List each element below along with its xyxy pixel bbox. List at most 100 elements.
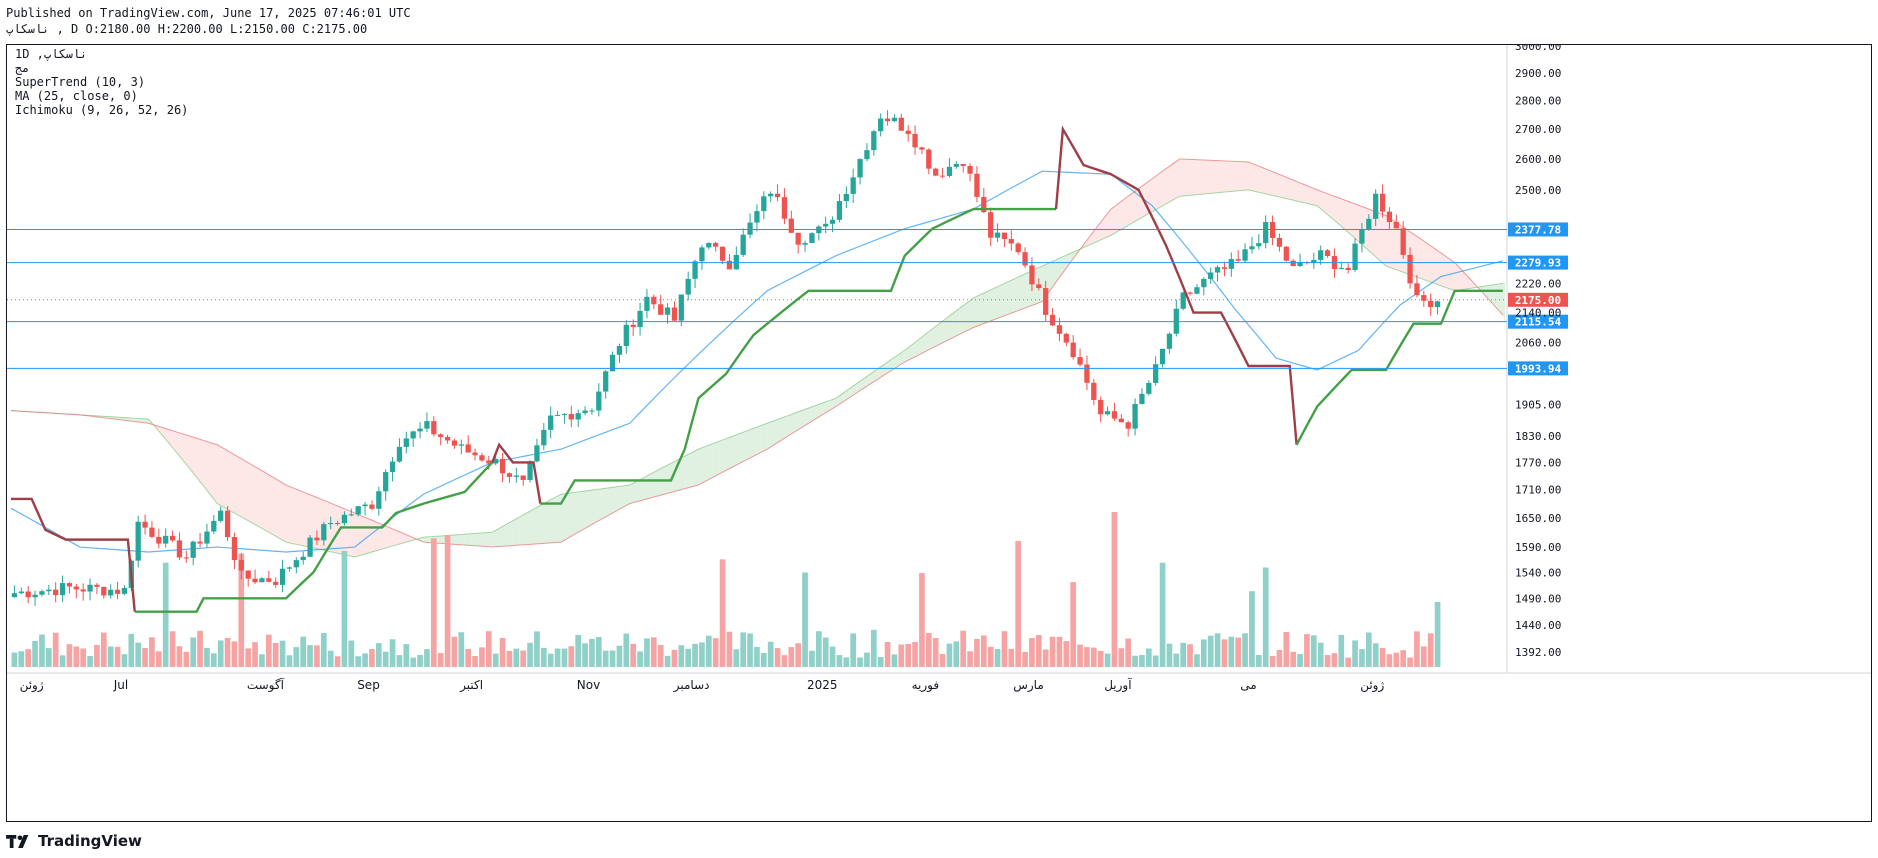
- volume-bar: [623, 633, 630, 667]
- legend-ma[interactable]: MA (25, close, 0): [15, 89, 138, 103]
- volume-bar: [327, 650, 334, 667]
- x-tick-label: مارس: [1013, 678, 1044, 693]
- ichimoku-cloud-segment: [664, 463, 671, 495]
- candle-body: [1324, 250, 1331, 256]
- candle-body: [905, 130, 911, 134]
- volume-bar: [403, 644, 410, 667]
- candle-body: [1166, 333, 1173, 349]
- volume-bar: [1400, 650, 1407, 667]
- ichimoku-cloud-segment: [1255, 164, 1263, 194]
- y-tick-label: 1770.00: [1515, 456, 1561, 469]
- candle-body: [637, 310, 643, 328]
- volume-bar: [1249, 591, 1255, 667]
- volume-bar: [1132, 655, 1138, 667]
- x-tick-label: آگوست: [247, 677, 285, 693]
- candle-body: [444, 436, 451, 441]
- ichimoku-cloud-segment: [1420, 238, 1428, 281]
- volume-bar: [265, 634, 272, 667]
- candle-body: [190, 541, 196, 558]
- ichimoku-cloud-segment: [1502, 282, 1505, 323]
- candle-body: [1056, 325, 1063, 334]
- ichimoku-cloud-segment: [1269, 170, 1276, 197]
- candle-body: [747, 222, 753, 235]
- chart-pane[interactable]: 2377.78 2279.93 2115.54 1993.94 2175.00 1392.…: [6, 44, 1872, 822]
- candle-body: [953, 163, 959, 167]
- candle-body: [431, 421, 437, 435]
- candle-body: [1386, 211, 1393, 223]
- candle-body: [231, 537, 238, 561]
- candle-body: [321, 524, 327, 541]
- volume-bar: [1145, 648, 1152, 667]
- volume-bar: [822, 637, 829, 667]
- legend-sub: مج: [15, 61, 30, 75]
- candle-body: [328, 523, 334, 525]
- volume-bar: [513, 648, 520, 667]
- volume-bar: [224, 637, 231, 667]
- volume-bar: [11, 652, 18, 667]
- candle-body: [204, 531, 210, 544]
- price-chart[interactable]: 2377.782279.932115.541993.942175.001392.…: [7, 45, 1871, 821]
- candle-body: [59, 583, 66, 596]
- volume-bar: [912, 641, 918, 667]
- volume-bar: [864, 652, 870, 667]
- y-tick-label: 1590.00: [1515, 541, 1561, 554]
- candle-body: [1146, 382, 1152, 394]
- ichimoku-cloud-segment: [1351, 202, 1359, 242]
- ichimoku-cloud-segment: [1207, 160, 1215, 194]
- candle-body: [706, 243, 712, 248]
- candle-body: [534, 445, 540, 462]
- candle-body: [878, 118, 884, 132]
- volume-bar: [314, 645, 320, 667]
- candle-body: [149, 527, 155, 537]
- ichimoku-cloud-segment: [292, 487, 300, 546]
- volume-bar: [107, 646, 114, 667]
- volume-bar: [506, 650, 513, 667]
- candle-body: [548, 415, 554, 430]
- candle-body: [1407, 254, 1413, 284]
- candle-body: [589, 410, 595, 412]
- ichimoku-cloud-segment: [1056, 256, 1063, 283]
- y-tick-label: 2140.00: [1515, 307, 1561, 320]
- candle-body: [355, 506, 361, 515]
- volume-bar: [135, 642, 142, 667]
- volume-bar: [210, 653, 217, 667]
- candle-body: [1187, 292, 1193, 294]
- volume-bar: [925, 633, 932, 667]
- volume-bar: [657, 645, 664, 667]
- candle-body: [506, 473, 513, 477]
- volume-bar: [740, 632, 747, 667]
- ichimoku-cloud-segment: [588, 489, 596, 527]
- legend-ichimoku[interactable]: Ichimoku (9, 26, 52, 26): [15, 103, 188, 117]
- candle-body: [259, 578, 265, 583]
- candle-body: [644, 296, 650, 311]
- candle-body: [252, 578, 258, 583]
- candle-body: [520, 475, 526, 480]
- legend-supertrend[interactable]: SuperTrend (10, 3): [15, 75, 145, 89]
- volume-bar: [616, 645, 623, 667]
- candle-body: [32, 594, 38, 598]
- candle-body: [410, 431, 416, 439]
- candle-body: [458, 444, 464, 446]
- ichimoku-cloud-segment: [1496, 283, 1503, 316]
- candle-body: [933, 168, 939, 176]
- ichimoku-cloud-segment: [258, 468, 266, 531]
- candle-body: [719, 246, 726, 261]
- candle-body: [561, 414, 568, 416]
- volume-bar: [1228, 636, 1235, 667]
- volume-bar: [149, 637, 155, 667]
- candle-body: [988, 212, 994, 238]
- volume-bar: [300, 636, 307, 667]
- volume-bar: [1111, 512, 1118, 667]
- candle-body: [1256, 243, 1262, 247]
- x-tick-label: ژوئن: [1360, 678, 1384, 693]
- ichimoku-cloud-segment: [272, 476, 280, 539]
- volume-bar: [25, 649, 32, 667]
- volume-bar: [644, 638, 650, 667]
- candle-body: [101, 586, 107, 596]
- candle-body: [142, 521, 148, 528]
- ichimoku-cloud-segment: [1021, 272, 1029, 310]
- candle-body: [266, 578, 272, 582]
- candle-body: [596, 391, 602, 411]
- candle-body: [774, 193, 781, 198]
- ichimoku-cloud-segment: [1214, 160, 1221, 194]
